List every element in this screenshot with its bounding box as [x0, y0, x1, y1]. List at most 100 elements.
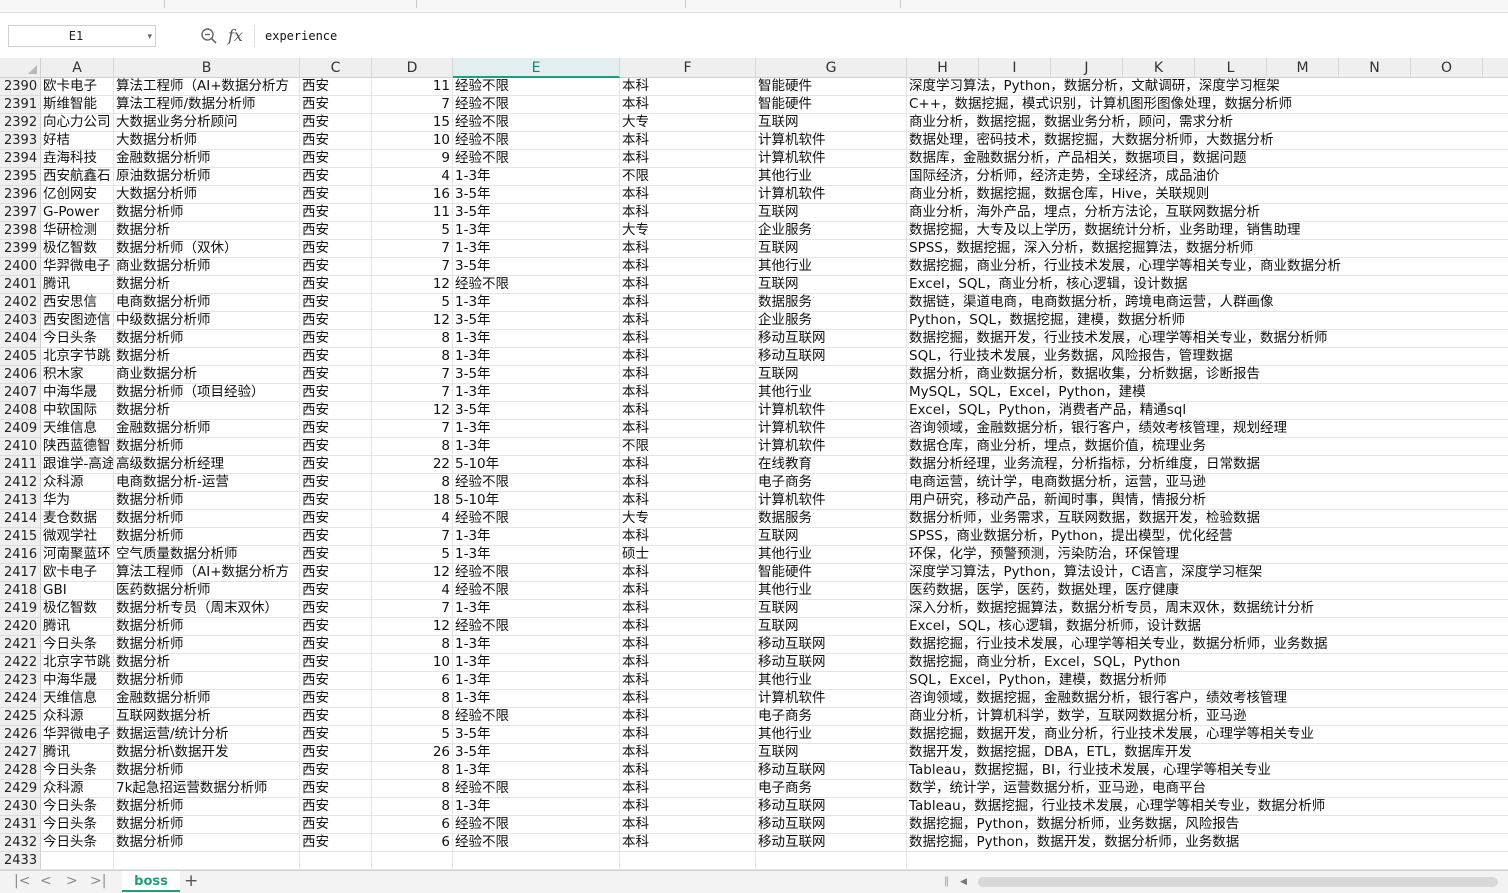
cell-a[interactable]: 极亿智数 — [41, 240, 114, 257]
cell-c[interactable]: 西安 — [300, 420, 372, 437]
cell-e[interactable]: 1-3年 — [453, 384, 620, 401]
split-handle-icon[interactable]: ‖ — [944, 876, 949, 888]
cell-d[interactable]: 11 — [372, 78, 453, 95]
row-header[interactable]: 2432 — [0, 834, 41, 852]
cell-c[interactable]: 西安 — [300, 474, 372, 491]
cell-f[interactable]: 本科 — [620, 204, 756, 221]
cell-c[interactable]: 西安 — [300, 312, 372, 329]
cell-a[interactable]: 向心力公司 — [41, 114, 114, 131]
cell-c[interactable]: 西安 — [300, 564, 372, 581]
cell-c[interactable]: 西安 — [300, 690, 372, 707]
cell-e[interactable]: 3-5年 — [453, 204, 620, 221]
cell-c[interactable]: 西安 — [300, 492, 372, 509]
cell-c[interactable]: 西安 — [300, 744, 372, 761]
row-header[interactable]: 2395 — [0, 168, 41, 186]
cell-h[interactable]: 数据挖掘，商业分析，Excel，SQL，Python — [907, 654, 1508, 671]
row-header[interactable]: 2424 — [0, 690, 41, 708]
cell-b[interactable]: 数据分析 — [114, 654, 300, 671]
column-header-i[interactable]: I — [979, 58, 1051, 78]
cell-f[interactable] — [620, 852, 756, 869]
cell-a[interactable]: 西安航鑫石 — [41, 168, 114, 185]
cell-g[interactable]: 其他行业 — [756, 384, 907, 401]
cell-h[interactable]: MySQL，SQL，Excel，Python，建模 — [907, 384, 1508, 401]
cell-b[interactable]: 数据分析师 — [114, 330, 300, 347]
cell-a[interactable]: 微观学社 — [41, 528, 114, 545]
cell-h[interactable]: Tableau，数据挖掘，BI，行业技术发展，心理学等相关专业 — [907, 762, 1508, 779]
cell-c[interactable]: 西安 — [300, 204, 372, 221]
row-header[interactable]: 2429 — [0, 780, 41, 798]
cell-a[interactable]: 西安思信 — [41, 294, 114, 311]
cell-h[interactable]: C++，数据挖掘，模式识别，计算机图形图像处理，数据分析师 — [907, 96, 1508, 113]
cell-g[interactable]: 互联网 — [756, 618, 907, 635]
cell-h[interactable]: 商业分析，数据挖掘，数据仓库，Hive，关联规则 — [907, 186, 1508, 203]
cell-h[interactable]: Excel，SQL，Python，消费者产品，精通sql — [907, 402, 1508, 419]
cell-a[interactable]: 中海华晟 — [41, 672, 114, 689]
cell-b[interactable]: 数据分析\数据开发 — [114, 744, 300, 761]
column-header-h[interactable]: H — [907, 58, 979, 78]
cell-a[interactable]: 斯维智能 — [41, 96, 114, 113]
cell-h[interactable]: Excel，SQL，商业分析，核心逻辑，设计数据 — [907, 276, 1508, 293]
cell-h[interactable]: SPSS，数据挖掘，深入分析，数据挖掘算法，数据分析师 — [907, 240, 1508, 257]
cell-b[interactable]: 数据分析 — [114, 276, 300, 293]
cell-c[interactable]: 西安 — [300, 114, 372, 131]
cell-h[interactable]: SQL，Excel，Python，建模，数据分析师 — [907, 672, 1508, 689]
cell-a[interactable]: 今日头条 — [41, 798, 114, 815]
cell-g[interactable]: 移动互联网 — [756, 636, 907, 653]
cell-b[interactable]: 互联网数据分析 — [114, 708, 300, 725]
select-all-button[interactable] — [0, 58, 41, 78]
cell-b[interactable]: 数据分析师 — [114, 672, 300, 689]
horizontal-scrollbar[interactable] — [978, 877, 1498, 887]
row-header[interactable]: 2422 — [0, 654, 41, 672]
cell-e[interactable]: 3-5年 — [453, 744, 620, 761]
cell-d[interactable]: 12 — [372, 276, 453, 293]
row-header[interactable]: 2433 — [0, 852, 41, 870]
cell-b[interactable]: 商业数据分析师 — [114, 258, 300, 275]
cell-d[interactable]: 11 — [372, 204, 453, 221]
cell-g[interactable]: 互联网 — [756, 114, 907, 131]
cell-a[interactable]: 垚海科技 — [41, 150, 114, 167]
cell-g[interactable]: 计算机软件 — [756, 438, 907, 455]
cell-a[interactable]: 亿创网安 — [41, 186, 114, 203]
cell-a[interactable]: 今日头条 — [41, 834, 114, 851]
cell-g[interactable] — [756, 852, 907, 869]
cell-d[interactable]: 5 — [372, 222, 453, 239]
cell-g[interactable]: 企业服务 — [756, 312, 907, 329]
cell-c[interactable]: 西安 — [300, 96, 372, 113]
cell-e[interactable]: 1-3年 — [453, 600, 620, 617]
cell-b[interactable]: 数据分析 — [114, 348, 300, 365]
column-header-g[interactable]: G — [756, 58, 907, 78]
cell-e[interactable]: 3-5年 — [453, 726, 620, 743]
cell-h[interactable]: 商业分析，数据挖掘，数据业务分析，顾问，需求分析 — [907, 114, 1508, 131]
cell-b[interactable]: 电商数据分析-运营 — [114, 474, 300, 491]
cell-f[interactable]: 本科 — [620, 258, 756, 275]
cell-h[interactable]: 商业分析，海外产品，埋点，分析方法论，互联网数据分析 — [907, 204, 1508, 221]
cell-f[interactable]: 本科 — [620, 420, 756, 437]
cell-a[interactable]: 今日头条 — [41, 762, 114, 779]
cell-b[interactable]: 算法工程师/数据分析师 — [114, 96, 300, 113]
column-header-b[interactable]: B — [114, 58, 300, 78]
column-header-k[interactable]: K — [1123, 58, 1195, 78]
cell-d[interactable]: 12 — [372, 402, 453, 419]
cell-a[interactable]: 北京字节跳 — [41, 348, 114, 365]
cell-b[interactable]: 数据分析师 — [114, 204, 300, 221]
row-header[interactable]: 2418 — [0, 582, 41, 600]
cell-f[interactable]: 本科 — [620, 600, 756, 617]
cell-d[interactable]: 15 — [372, 114, 453, 131]
cell-g[interactable]: 移动互联网 — [756, 654, 907, 671]
cell-e[interactable]: 3-5年 — [453, 366, 620, 383]
cell-c[interactable]: 西安 — [300, 168, 372, 185]
cell-c[interactable]: 西安 — [300, 636, 372, 653]
cell-d[interactable]: 7 — [372, 600, 453, 617]
cell-e[interactable]: 经验不限 — [453, 582, 620, 599]
next-sheet-icon[interactable]: > — [66, 871, 78, 892]
column-header-a[interactable]: A — [41, 58, 114, 78]
cell-g[interactable]: 计算机软件 — [756, 690, 907, 707]
cell-h[interactable]: 咨询领域，金融数据分析，银行客户，绩效考核管理，规划经理 — [907, 420, 1508, 437]
cell-h[interactable]: 数据库，金融数据分析，产品相关，数据项目，数据问题 — [907, 150, 1508, 167]
chevron-down-icon[interactable]: ▾ — [147, 27, 152, 47]
cell-g[interactable]: 电子商务 — [756, 708, 907, 725]
cell-a[interactable]: 腾讯 — [41, 276, 114, 293]
cell-d[interactable]: 18 — [372, 492, 453, 509]
cell-b[interactable]: 金融数据分析师 — [114, 420, 300, 437]
cell-b[interactable]: 金融数据分析师 — [114, 150, 300, 167]
